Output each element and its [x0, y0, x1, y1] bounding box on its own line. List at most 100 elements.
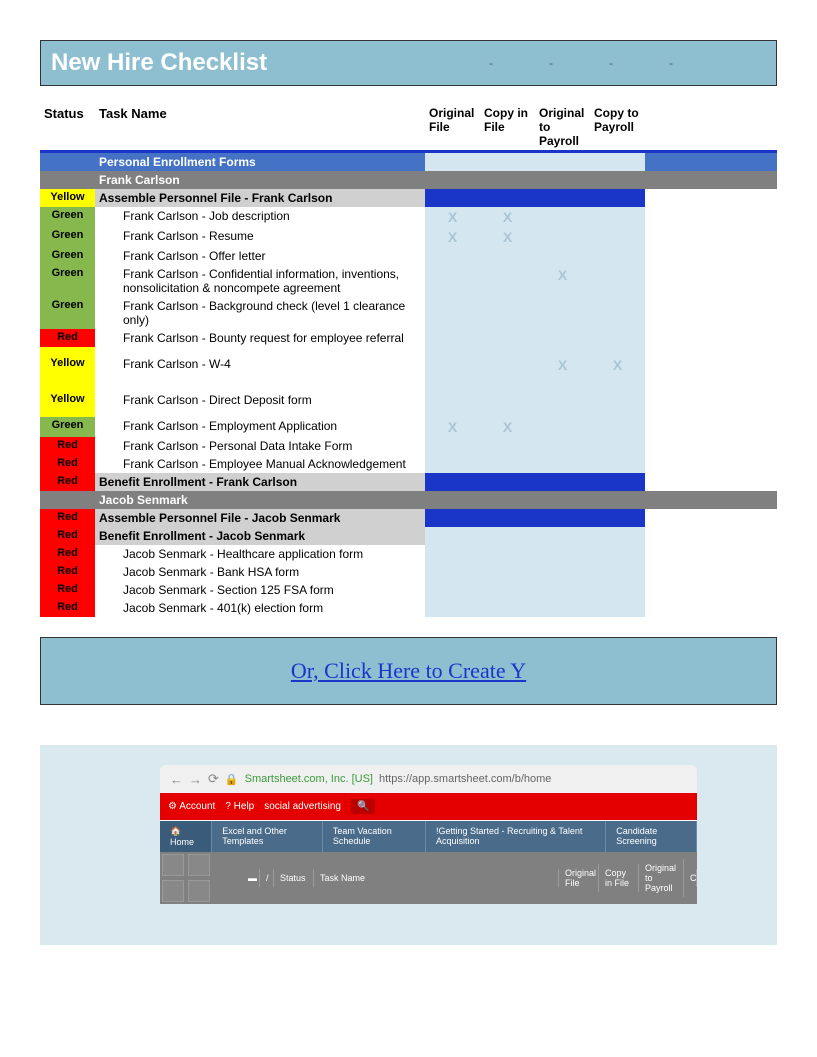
table-row[interactable]: YellowFrank Carlson - Direct Deposit for… [40, 383, 777, 417]
reload-icon[interactable]: ⟳ [208, 771, 219, 787]
search-text[interactable]: social advertising [264, 801, 341, 812]
check-cell[interactable] [590, 509, 645, 527]
check-cell[interactable] [425, 455, 480, 473]
table-row[interactable]: RedFrank Carlson - Bounty request for em… [40, 329, 777, 347]
check-cell[interactable] [480, 247, 535, 265]
check-cell[interactable] [425, 247, 480, 265]
check-cell[interactable] [480, 545, 535, 563]
check-cell[interactable]: X [535, 265, 590, 297]
tab-getting-started[interactable]: !Getting Started - Recruiting & Talent A… [426, 821, 606, 852]
tab-candidate[interactable]: Candidate Screening [606, 821, 697, 852]
table-row[interactable]: RedBenefit Enrollment - Jacob Senmark [40, 527, 777, 545]
check-cell[interactable] [535, 455, 590, 473]
table-row[interactable]: RedJacob Senmark - 401(k) election form [40, 599, 777, 617]
check-cell[interactable] [535, 227, 590, 247]
check-cell[interactable] [425, 545, 480, 563]
check-cell[interactable]: X [480, 417, 535, 437]
check-cell[interactable] [480, 347, 535, 383]
check-cell[interactable] [425, 563, 480, 581]
account-menu[interactable]: ⚙ Account [168, 801, 215, 812]
check-cell[interactable] [590, 265, 645, 297]
check-cell[interactable] [535, 563, 590, 581]
check-cell[interactable] [480, 437, 535, 455]
check-cell[interactable] [480, 473, 535, 491]
check-cell[interactable] [425, 297, 480, 329]
check-cell[interactable] [535, 207, 590, 227]
check-cell[interactable] [480, 599, 535, 617]
check-cell[interactable] [480, 581, 535, 599]
check-cell[interactable] [535, 473, 590, 491]
check-cell[interactable] [425, 509, 480, 527]
check-cell[interactable]: X [535, 347, 590, 383]
check-cell[interactable] [425, 581, 480, 599]
check-cell[interactable] [425, 527, 480, 545]
check-cell[interactable] [590, 599, 645, 617]
check-cell[interactable] [535, 527, 590, 545]
check-cell[interactable]: X [480, 207, 535, 227]
check-cell[interactable] [535, 581, 590, 599]
check-cell[interactable]: X [425, 227, 480, 247]
table-row[interactable]: GreenFrank Carlson - Background check (l… [40, 297, 777, 329]
table-row[interactable]: RedJacob Senmark - Bank HSA form [40, 563, 777, 581]
check-cell[interactable] [425, 473, 480, 491]
table-row[interactable]: GreenFrank Carlson - Job descriptionXX [40, 207, 777, 227]
check-cell[interactable] [535, 545, 590, 563]
table-row[interactable]: RedJacob Senmark - Healthcare applicatio… [40, 545, 777, 563]
check-cell[interactable] [535, 189, 590, 207]
check-cell[interactable]: X [590, 347, 645, 383]
table-row[interactable]: RedJacob Senmark - Section 125 FSA form [40, 581, 777, 599]
table-row[interactable]: GreenFrank Carlson - Offer letter [40, 247, 777, 265]
help-menu[interactable]: ? Help [225, 801, 254, 812]
toolbar-btn[interactable] [188, 880, 210, 902]
check-cell[interactable] [590, 545, 645, 563]
check-cell[interactable] [590, 329, 645, 347]
check-cell[interactable] [480, 265, 535, 297]
table-row[interactable]: GreenFrank Carlson - Employment Applicat… [40, 417, 777, 437]
table-row[interactable]: GreenFrank Carlson - ResumeXX [40, 227, 777, 247]
table-row[interactable]: RedFrank Carlson - Employee Manual Ackno… [40, 455, 777, 473]
table-row[interactable]: YellowFrank Carlson - W-4XX [40, 347, 777, 383]
check-cell[interactable] [480, 563, 535, 581]
forward-icon[interactable]: → [189, 772, 202, 787]
check-cell[interactable] [590, 473, 645, 491]
check-cell[interactable] [590, 297, 645, 329]
check-cell[interactable] [590, 207, 645, 227]
check-cell[interactable] [425, 347, 480, 383]
check-cell[interactable]: X [425, 207, 480, 227]
check-cell[interactable] [590, 455, 645, 473]
check-cell[interactable] [535, 383, 590, 417]
toolbar-btn[interactable] [188, 854, 210, 876]
toolbar-btn[interactable] [162, 854, 184, 876]
check-cell[interactable] [480, 509, 535, 527]
check-cell[interactable] [425, 189, 480, 207]
check-cell[interactable] [535, 599, 590, 617]
check-cell[interactable] [425, 265, 480, 297]
check-cell[interactable] [425, 437, 480, 455]
check-cell[interactable] [535, 297, 590, 329]
table-row[interactable]: GreenFrank Carlson - Confidential inform… [40, 265, 777, 297]
check-cell[interactable] [590, 437, 645, 455]
check-cell[interactable] [425, 599, 480, 617]
check-cell[interactable]: X [480, 227, 535, 247]
check-cell[interactable] [535, 509, 590, 527]
table-row[interactable]: RedFrank Carlson - Personal Data Intake … [40, 437, 777, 455]
check-cell[interactable] [480, 383, 535, 417]
cta-link[interactable]: Or, Click Here to Create Y [291, 658, 526, 683]
check-cell[interactable] [480, 527, 535, 545]
check-cell[interactable] [480, 297, 535, 329]
table-row[interactable]: RedBenefit Enrollment - Frank Carlson [40, 473, 777, 491]
check-cell[interactable] [480, 329, 535, 347]
table-row[interactable]: YellowAssemble Personnel File - Frank Ca… [40, 189, 777, 207]
toolbar-btn[interactable] [162, 880, 184, 902]
check-cell[interactable] [535, 437, 590, 455]
check-cell[interactable] [590, 247, 645, 265]
check-cell[interactable] [535, 247, 590, 265]
check-cell[interactable] [535, 329, 590, 347]
check-cell[interactable]: X [425, 417, 480, 437]
tab-templates[interactable]: Excel and Other Templates [212, 821, 323, 852]
check-cell[interactable] [590, 227, 645, 247]
check-cell[interactable] [480, 455, 535, 473]
check-cell[interactable] [425, 329, 480, 347]
check-cell[interactable] [535, 417, 590, 437]
back-icon[interactable]: ← [170, 772, 183, 787]
